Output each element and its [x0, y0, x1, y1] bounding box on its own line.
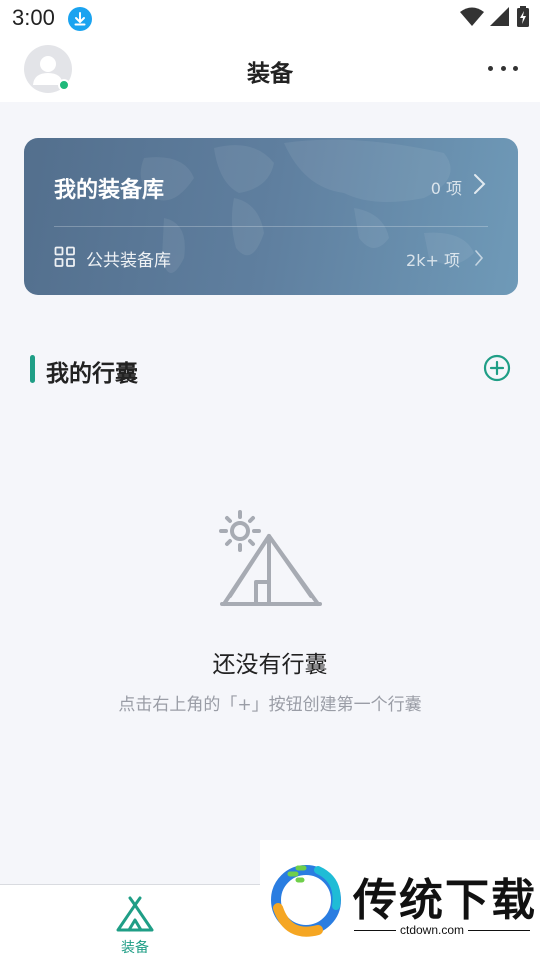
tab-equipment-label: 装备 [121, 940, 149, 956]
more-horizontal-icon [488, 65, 493, 71]
grid-apps-icon [54, 246, 76, 272]
watermark: 传统下载 ctdown.com [260, 840, 540, 960]
world-map-background [140, 139, 474, 273]
add-pack-button[interactable] [482, 353, 512, 383]
card-divider [54, 226, 488, 227]
battery-icon [516, 6, 530, 32]
public-library-count: 2k+ 项 [406, 251, 460, 270]
download-icon [68, 7, 92, 31]
watermark-brand: 传统下载 [353, 876, 537, 925]
signal-icon [490, 7, 510, 31]
status-icons [460, 6, 530, 32]
plus-circle-icon [483, 354, 511, 382]
equipment-library-card: 我的装备库 0 项 公共装备库 2k+ 项 [24, 138, 518, 295]
section-accent-bar [30, 355, 35, 383]
tab-equipment[interactable]: 装备 [95, 891, 175, 957]
chevron-right-icon[interactable] [474, 249, 484, 271]
tent-sun-icon [216, 508, 326, 612]
chevron-right-icon[interactable] [472, 173, 486, 199]
status-bar: 3:00 [0, 0, 540, 36]
empty-state-subtitle: 点击右上角的「+」按钮创建第一个行囊 [118, 695, 422, 715]
section-title: 我的行囊 [46, 361, 138, 387]
more-button[interactable] [488, 58, 518, 78]
app-header: 装备 [0, 36, 540, 102]
public-library-label[interactable]: 公共装备库 [86, 246, 171, 271]
status-time: 3:00 [12, 5, 55, 30]
empty-state-title: 还没有行囊 [212, 652, 328, 678]
tent-icon [115, 895, 155, 937]
watermark-url: ctdown.com [396, 923, 469, 937]
page-title: 装备 [247, 61, 293, 87]
wifi-icon [460, 7, 484, 31]
watermark-logo [268, 858, 348, 942]
my-library-title[interactable]: 我的装备库 [54, 172, 164, 204]
my-library-count: 0 项 [430, 179, 462, 198]
